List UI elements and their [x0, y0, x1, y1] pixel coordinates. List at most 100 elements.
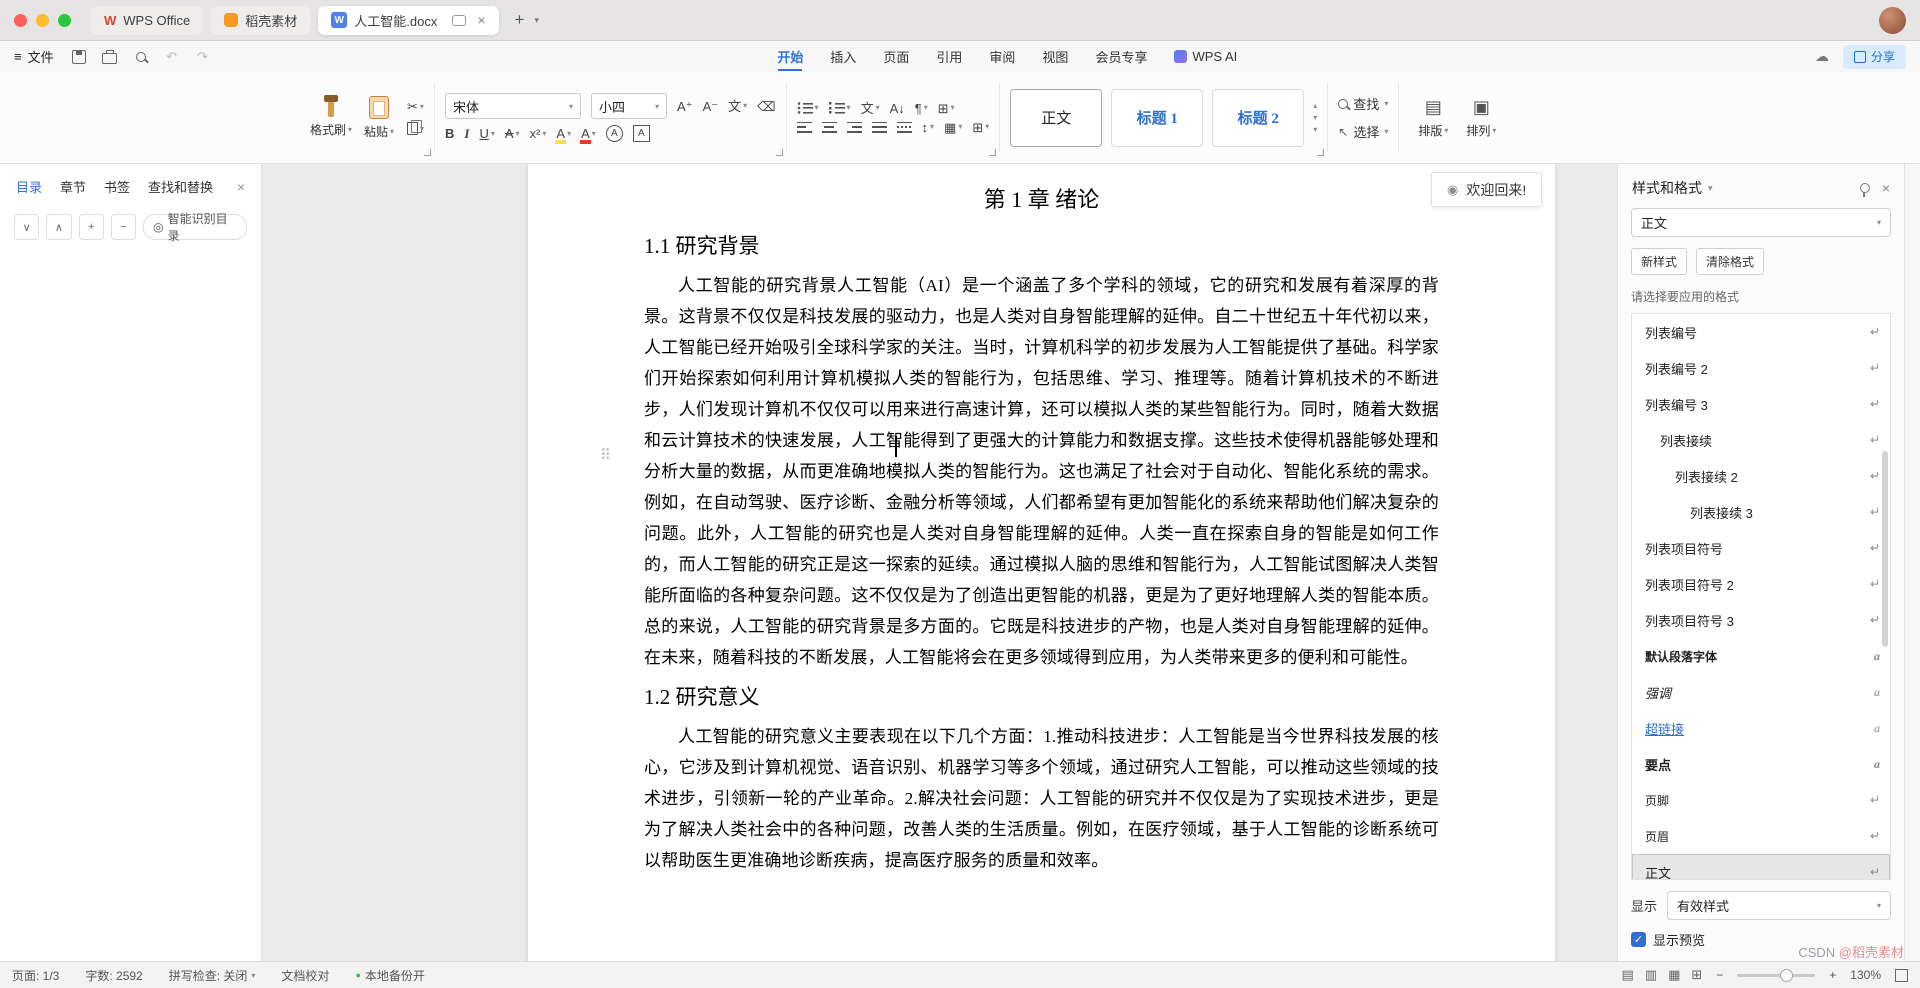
tab-view[interactable]: 视图 [1042, 41, 1068, 72]
highlight-color-button[interactable]: A ▾ [555, 127, 571, 144]
select-button[interactable]: ↖ 选择 ▾ [1338, 122, 1388, 141]
font-size-select[interactable]: 小四 ▾ [591, 93, 668, 119]
font-dialog-launcher[interactable] [775, 149, 783, 156]
paragraph-research-background[interactable]: 人工智能的研究背景人工智能（AI）是一个涵盖了多个学科的领域，它的研究和发展有着… [644, 270, 1439, 673]
style-item-list-number[interactable]: 列表编号 ↵ [1632, 314, 1890, 350]
document-canvas[interactable]: 第 1 章 绪论 1.1 研究背景 人工智能的研究背景人工智能（AI）是一个涵盖… [262, 164, 1617, 961]
clear-format-button[interactable]: ⌫ [757, 100, 775, 113]
styles-list-scrollbar[interactable] [1882, 451, 1888, 647]
style-item-list-bullet-2[interactable]: 列表项目符号 2 ↵ [1632, 566, 1890, 602]
chevron-down-icon[interactable]: ▾ [1708, 183, 1713, 194]
tab-insert[interactable]: 插入 [830, 41, 856, 72]
proofread-button[interactable]: 文档校对 [281, 967, 329, 984]
undo-button[interactable]: ↶ [163, 48, 181, 66]
close-tab-icon[interactable]: × [477, 12, 485, 28]
distribute-button[interactable] [896, 121, 912, 133]
align-center-button[interactable] [821, 121, 837, 133]
style-item-default-paragraph-font[interactable]: 默认段落字体 a [1632, 638, 1890, 674]
paste-button[interactable]: 粘贴 ▾ [355, 85, 403, 151]
insert-table-button[interactable]: ⊞ ▾ [938, 102, 955, 115]
style-item-footer[interactable]: 页脚 ↵ [1632, 782, 1890, 818]
collapse-all-button[interactable]: ∨ [14, 214, 40, 240]
font-family-select[interactable]: 宋体 ▾ [445, 93, 582, 119]
style-item-hyperlink[interactable]: 超链接 a [1632, 710, 1890, 746]
close-panel-icon[interactable]: × [237, 179, 245, 195]
backup-status[interactable]: ● 本地备份开 [355, 967, 424, 984]
text-effects-button[interactable]: 文 ▾ [728, 100, 747, 113]
add-level-button[interactable]: + [78, 214, 104, 240]
gallery-more-icon[interactable]: ▾ [1313, 125, 1317, 134]
tab-contents[interactable]: 目录 [16, 177, 42, 196]
bold-button[interactable]: B [445, 127, 454, 140]
minimize-window-button[interactable] [36, 13, 49, 27]
spellcheck-status[interactable]: 拼写检查: 关闭 ▾ [169, 967, 256, 984]
fullscreen-icon[interactable] [1895, 968, 1908, 982]
justify-button[interactable] [871, 121, 887, 133]
tab-wps-ai[interactable]: WPS AI [1174, 41, 1237, 72]
borders-button[interactable]: ⊞ ▾ [972, 121, 989, 134]
style-item-list-bullet-3[interactable]: 列表项目符号 3 ↵ [1632, 602, 1890, 638]
italic-button[interactable]: I [464, 127, 469, 140]
style-item-emphasis[interactable]: 强调 a [1632, 674, 1890, 710]
tab-member[interactable]: 会员专享 [1095, 41, 1147, 72]
strikethrough-button[interactable]: A ▾ [505, 127, 520, 140]
clear-format-button[interactable]: 清除格式 [1696, 248, 1765, 275]
style-item-body-text[interactable]: 正文 ↵ [1632, 854, 1890, 879]
document-page[interactable]: 第 1 章 绪论 1.1 研究背景 人工智能的研究背景人工智能（AI）是一个涵盖… [528, 164, 1555, 961]
tab-chapters[interactable]: 章节 [60, 177, 86, 196]
style-item-key-point[interactable]: 要点 a [1632, 746, 1890, 782]
show-marks-button[interactable]: ¶ ▾ [915, 102, 928, 115]
paragraph-dialog-launcher[interactable] [989, 149, 997, 156]
tab-list-chevron-icon[interactable]: ▾ [534, 15, 539, 26]
align-left-button[interactable] [796, 121, 812, 133]
new-tab-button[interactable]: + [515, 10, 525, 30]
word-count[interactable]: 字数: 2592 [85, 967, 142, 984]
find-button[interactable] [132, 48, 150, 66]
zoom-slider[interactable] [1737, 969, 1816, 982]
tab-page[interactable]: 页面 [883, 41, 909, 72]
style-item-list-continue-3[interactable]: 列表接续 3 ↵ [1632, 494, 1890, 530]
style-item-list-continue[interactable]: 列表接续 ↵ [1632, 422, 1890, 458]
tab-rice-material[interactable]: 稻壳素材 [211, 5, 311, 35]
style-item-list-number-2[interactable]: 列表编号 2 ↵ [1632, 350, 1890, 386]
decrease-font-button[interactable]: A⁻ [703, 100, 719, 113]
current-style-select[interactable]: 正文 ▾ [1631, 208, 1891, 237]
character-border-button[interactable]: A [632, 125, 650, 142]
style-heading-1[interactable]: 标题 1 [1111, 88, 1204, 147]
show-preview-checkbox[interactable]: ✓ [1631, 932, 1646, 947]
chapter-title[interactable]: 第 1 章 绪论 [644, 182, 1439, 214]
bullet-list-button[interactable]: ▾ [796, 102, 819, 114]
tab-references[interactable]: 引用 [936, 41, 962, 72]
cut-button[interactable]: ✂ ▾ [407, 100, 424, 113]
view-grid-button[interactable]: ⊞ [1691, 967, 1702, 983]
circle-character-button[interactable]: A [605, 125, 623, 142]
pin-panel-icon[interactable] [1859, 183, 1870, 197]
style-item-list-bullet[interactable]: 列表项目符号 ↵ [1632, 530, 1890, 566]
tab-review[interactable]: 审阅 [989, 41, 1015, 72]
zoom-window-button[interactable] [58, 13, 71, 27]
font-color-button[interactable]: A ▾ [580, 127, 596, 144]
expand-all-button[interactable]: ∧ [46, 214, 72, 240]
increase-font-button[interactable]: A⁺ [677, 100, 693, 113]
style-heading-2[interactable]: 标题 2 [1212, 88, 1305, 147]
remove-level-button[interactable]: − [110, 214, 137, 240]
sort-button[interactable]: A↓ [890, 102, 905, 115]
clipboard-dialog-launcher[interactable] [424, 149, 432, 156]
cjk-layout-button[interactable]: 文 ▾ [861, 102, 880, 115]
align-right-button[interactable] [846, 121, 862, 133]
paragraph-research-significance[interactable]: 人工智能的研究意义主要表现在以下几个方面：1.推动科技进步：人工智能是当今世界科… [644, 721, 1439, 876]
gallery-scroll-down-icon[interactable]: ▾ [1313, 113, 1317, 122]
file-menu-button[interactable]: ≡ 文件 [14, 47, 54, 66]
section-heading-1[interactable]: 1.1 研究背景 [644, 230, 1439, 260]
tab-home[interactable]: 开始 [777, 41, 803, 72]
save-button[interactable] [70, 48, 88, 66]
paragraph-drag-handle[interactable]: ⠿ [600, 446, 611, 465]
tab-find-replace[interactable]: 查找和替换 [148, 177, 213, 196]
underline-button[interactable]: U ▾ [479, 127, 494, 140]
close-panel-icon[interactable]: × [1882, 180, 1890, 196]
typeset-button[interactable]: ▤ 排版 ▾ [1409, 85, 1457, 151]
smart-toc-button[interactable]: ◎ 智能识别目录 [143, 212, 248, 243]
gallery-scroll-up-icon[interactable]: ▴ [1313, 101, 1317, 110]
view-web-button[interactable]: ▥ [1645, 967, 1657, 983]
zoom-in-button[interactable]: + [1829, 968, 1836, 982]
